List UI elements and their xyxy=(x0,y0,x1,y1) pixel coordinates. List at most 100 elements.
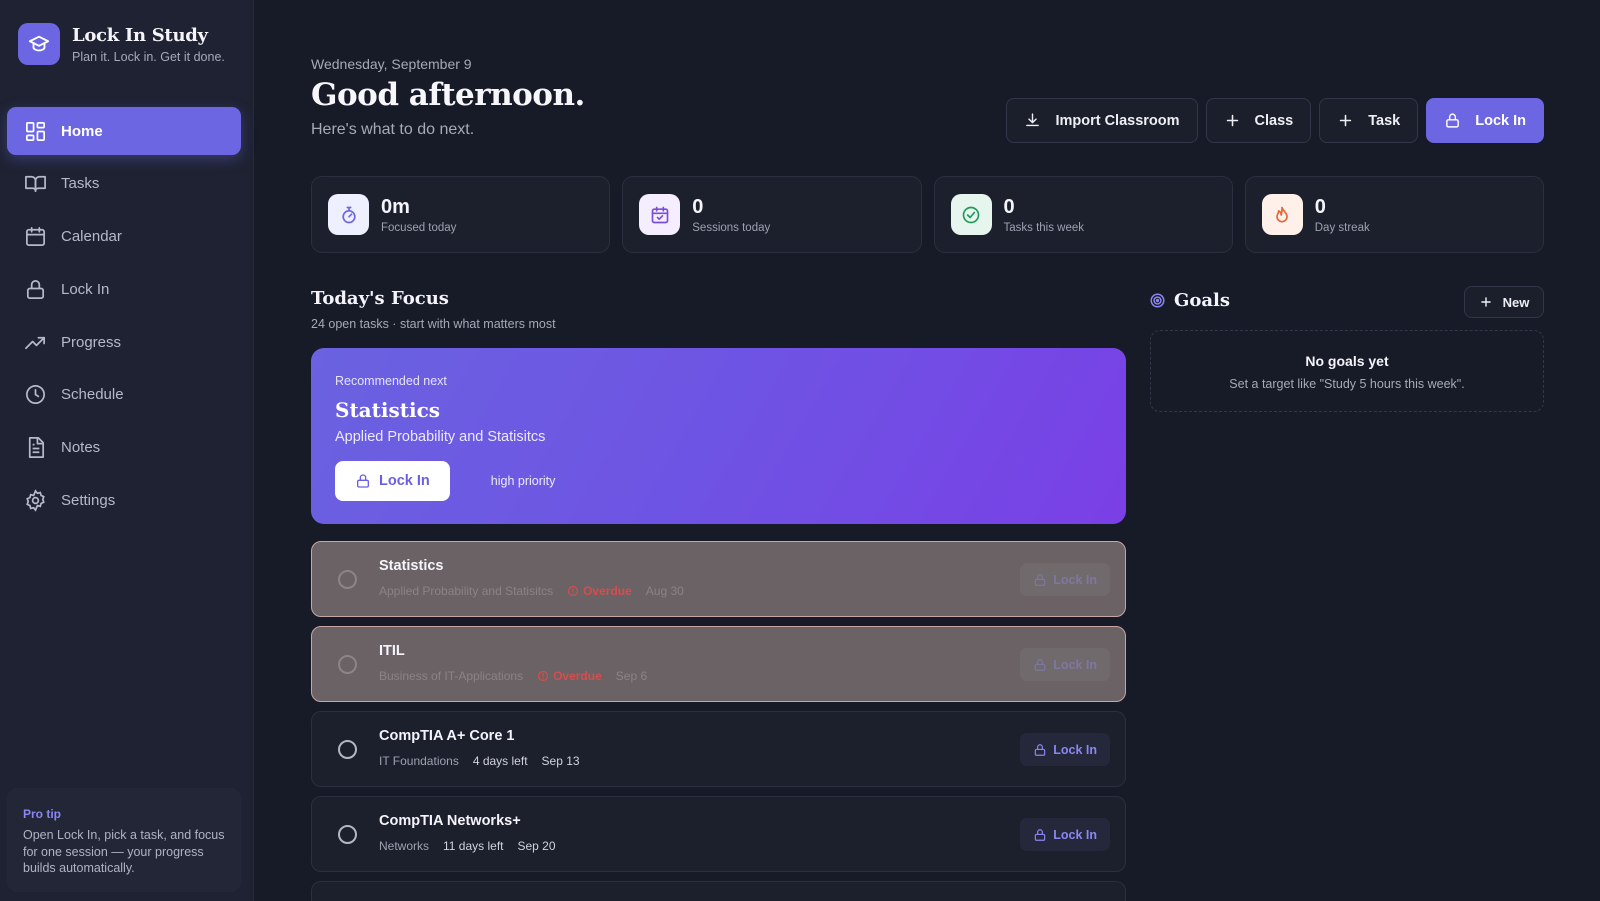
task-date: Sep 20 xyxy=(517,839,556,853)
current-date: Wednesday, September 9 xyxy=(311,56,472,72)
sidebar-item-label: Calendar xyxy=(61,228,122,246)
task-lock-in-label: Lock In xyxy=(1053,657,1097,672)
task-status: 4 days left xyxy=(472,754,528,768)
alert-circle-icon xyxy=(537,670,549,682)
sidebar-item-label: Settings xyxy=(61,492,116,510)
stats-row: 0m Focused today 0 Sessions today 0 Task… xyxy=(311,176,1544,253)
sidebar-item-label: Home xyxy=(61,122,103,140)
new-goal-label: New xyxy=(1502,294,1530,310)
task-meta: Networks 11 days left Sep 20 xyxy=(379,839,570,853)
task-course: Business of IT-Applications xyxy=(379,669,524,683)
task-name: Statistics xyxy=(379,558,444,574)
plus-icon xyxy=(1480,297,1491,307)
brand[interactable]: Lock In Study Plan it. Lock in. Get it d… xyxy=(18,23,225,65)
brand-name: Lock In Study xyxy=(72,24,208,46)
recommended-title: Statistics xyxy=(335,398,441,422)
task-lock-in-button[interactable]: Lock In xyxy=(1020,818,1110,851)
goals-empty-state: No goals yet Set a target like "Study 5 … xyxy=(1150,330,1544,412)
stat-label: Tasks this week xyxy=(1003,221,1085,234)
lock-icon xyxy=(26,279,45,299)
task-lock-in-button[interactable]: Lock In xyxy=(1020,648,1110,681)
sidebar-item-label: Lock In xyxy=(61,280,110,298)
stopwatch-icon xyxy=(328,194,369,235)
import-classroom-button[interactable]: Import Classroom xyxy=(1006,98,1198,143)
goals-title: Goals xyxy=(1174,290,1231,311)
task-status: Overdue xyxy=(583,584,632,598)
add-class-button[interactable]: Class xyxy=(1205,98,1312,143)
sidebar-item-label: Progress xyxy=(61,333,122,351)
task-meta: Applied Probability and Statisitcs Overd… xyxy=(379,584,698,598)
recommended-lock-in-label: Lock In xyxy=(379,473,430,489)
sidebar-item-label: Tasks xyxy=(61,175,100,193)
sidebar-item-lock-in[interactable]: Lock In xyxy=(7,265,241,313)
goals-header: Goals xyxy=(1150,290,1230,311)
grid-icon xyxy=(26,121,45,141)
header-actions: Import Classroom Class Task Lock In xyxy=(1006,98,1544,143)
sidebar: Lock In Study Plan it. Lock in. Get it d… xyxy=(0,0,254,901)
lock-icon xyxy=(1034,658,1046,671)
overdue-badge: Overdue xyxy=(537,669,602,683)
lock-in-button[interactable]: Lock In xyxy=(1426,98,1544,143)
task-date: Aug 30 xyxy=(645,584,684,598)
sidebar-item-label: Schedule xyxy=(61,386,124,404)
sidebar-item-notes[interactable]: Notes xyxy=(7,424,241,472)
trend-up-icon xyxy=(25,336,45,349)
page-subtitle: Here's what to do next. xyxy=(311,121,475,138)
task-row[interactable]: CompTIA Networks+ Networks 11 days left … xyxy=(311,796,1126,872)
recommended-kicker: Recommended next xyxy=(335,374,447,388)
task-row-partial[interactable] xyxy=(311,881,1126,901)
target-icon xyxy=(1150,293,1165,308)
task-name: ITIL xyxy=(379,643,405,659)
task-row[interactable]: Statistics Applied Probability and Stati… xyxy=(311,541,1126,617)
priority-label: high priority xyxy=(490,474,556,488)
task-checkbox[interactable] xyxy=(338,570,357,589)
sidebar-item-progress[interactable]: Progress xyxy=(7,318,241,366)
task-checkbox[interactable] xyxy=(338,825,357,844)
task-course: Applied Probability and Statisitcs xyxy=(379,584,554,598)
gear-icon xyxy=(26,489,45,512)
stat-value: 0 xyxy=(692,195,704,218)
calendar-check-icon xyxy=(639,194,681,235)
pro-tip-title: Pro tip xyxy=(23,807,61,821)
task-course: IT Foundations xyxy=(379,754,459,768)
import-classroom-label: Import Classroom xyxy=(1055,112,1180,129)
lock-icon xyxy=(1034,573,1046,586)
task-checkbox[interactable] xyxy=(338,655,357,674)
task-course: Networks xyxy=(379,839,430,853)
stat-value: 0 xyxy=(1003,195,1015,218)
overdue-badge: Overdue xyxy=(567,584,632,598)
pro-tip-text: Open Lock In, pick a task, and focus for… xyxy=(23,828,225,875)
task-row[interactable]: CompTIA A+ Core 1 IT Foundations 4 days … xyxy=(311,711,1126,787)
task-name: CompTIA Networks+ xyxy=(379,813,521,829)
recommended-subtitle: Applied Probability and Statisitcs xyxy=(335,429,546,445)
focus-subtitle: 24 open tasks · start with what matters … xyxy=(311,317,556,331)
download-icon xyxy=(1026,113,1040,127)
task-lock-in-label: Lock In xyxy=(1053,827,1097,842)
new-goal-button[interactable]: New xyxy=(1464,286,1544,318)
stat-label: Sessions today xyxy=(692,221,771,234)
graduation-cap-icon xyxy=(18,23,60,65)
sidebar-item-calendar[interactable]: Calendar xyxy=(7,213,241,261)
goals-empty-text: Set a target like "Study 5 hours this we… xyxy=(1229,377,1465,391)
stat-sessions-today: 0 Sessions today xyxy=(622,176,922,253)
lock-icon xyxy=(357,474,369,488)
sidebar-item-settings[interactable]: Settings xyxy=(7,477,241,525)
plus-icon xyxy=(1226,114,1238,127)
lock-icon xyxy=(1446,113,1460,128)
sidebar-item-tasks[interactable]: Tasks xyxy=(7,160,241,208)
add-task-button[interactable]: Task xyxy=(1319,98,1419,143)
recommended-lock-in-button[interactable]: Lock In xyxy=(335,461,450,501)
plus-icon xyxy=(1340,114,1352,127)
stat-label: Focused today xyxy=(381,221,457,234)
task-row[interactable]: ITIL Business of IT-Applications Overdue… xyxy=(311,626,1126,702)
book-icon xyxy=(25,176,46,193)
sidebar-item-schedule[interactable]: Schedule xyxy=(7,371,241,419)
task-lock-in-label: Lock In xyxy=(1053,742,1097,757)
task-lock-in-button[interactable]: Lock In xyxy=(1020,733,1110,766)
task-checkbox[interactable] xyxy=(338,740,357,759)
task-lock-in-button[interactable]: Lock In xyxy=(1020,563,1110,596)
brand-tagline: Plan it. Lock in. Get it done. xyxy=(72,49,225,64)
flame-icon xyxy=(1261,194,1303,235)
sidebar-item-home[interactable]: Home xyxy=(7,107,241,155)
sidebar-item-label: Notes xyxy=(61,439,101,457)
